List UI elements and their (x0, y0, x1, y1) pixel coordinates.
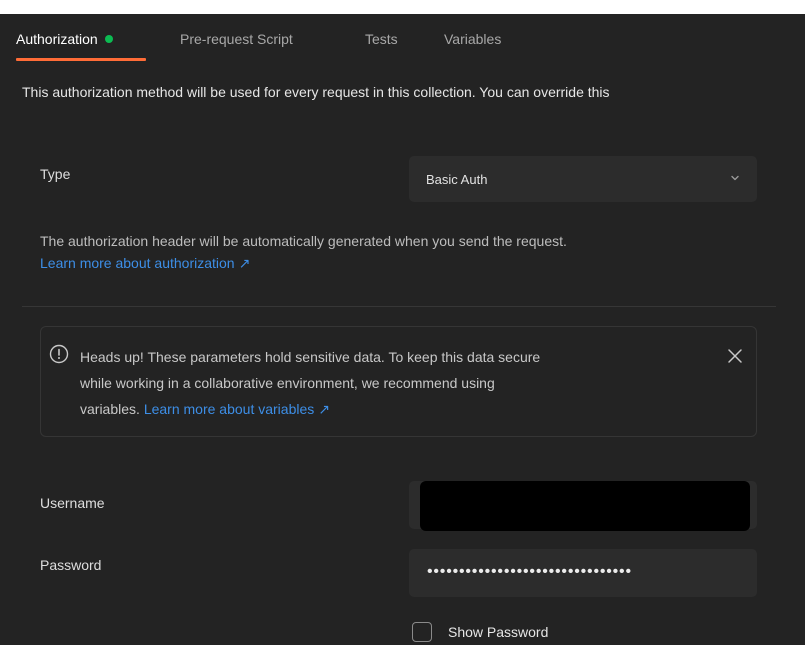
external-link-icon: ↗ (318, 401, 330, 417)
status-dot (104, 35, 113, 43)
alert-line-1: Heads up! These parameters hold sensitiv… (80, 349, 541, 365)
auth-type-select[interactable]: Basic Auth (409, 156, 757, 202)
external-link-icon: ↗ (238, 255, 251, 271)
show-password-toggle[interactable]: Show Password (412, 619, 548, 645)
learn-more-variables-link[interactable]: Learn more about variables (144, 401, 314, 417)
show-password-checkbox[interactable] (412, 622, 432, 642)
top-strip (0, 0, 805, 14)
info-circle-icon (49, 344, 69, 364)
tab-bar: Authorization Pre-request Script Tests V… (0, 14, 805, 64)
active-tab-underline (16, 58, 146, 61)
close-icon[interactable] (727, 348, 743, 364)
alert-line-3: variables. (80, 401, 140, 417)
password-label: Password (40, 557, 102, 573)
tab-variables[interactable]: Variables (444, 31, 501, 47)
learn-more-authorization-link[interactable]: Learn more about authorization (40, 255, 235, 271)
show-password-label: Show Password (448, 624, 549, 640)
tab-tests[interactable]: Tests (365, 31, 398, 47)
collection-auth-description: This authorization method will be used f… (22, 84, 610, 100)
auth-info: The authorization header will be automat… (40, 233, 567, 272)
chevron-down-icon (731, 175, 739, 181)
section-divider (22, 306, 776, 307)
username-input[interactable] (409, 481, 757, 531)
redacted-username (420, 481, 750, 531)
sensitive-data-alert: Heads up! These parameters hold sensitiv… (40, 326, 757, 437)
auth-type-value: Basic Auth (426, 171, 488, 187)
tab-pre-request-script[interactable]: Pre-request Script (180, 31, 293, 47)
type-label: Type (40, 166, 71, 182)
password-input[interactable]: •••••••••••••••••••••••••••••••• (409, 549, 757, 597)
username-label: Username (40, 495, 105, 511)
password-masked-value: •••••••••••••••••••••••••••••••• (427, 563, 632, 580)
alert-line-2: while working in a collaborative environ… (80, 375, 495, 391)
alert-message: Heads up! These parameters hold sensitiv… (80, 344, 680, 422)
tab-authorization[interactable]: Authorization (16, 31, 113, 47)
tab-authorization-label: Authorization (16, 31, 98, 47)
auth-info-text: The authorization header will be automat… (40, 233, 567, 249)
